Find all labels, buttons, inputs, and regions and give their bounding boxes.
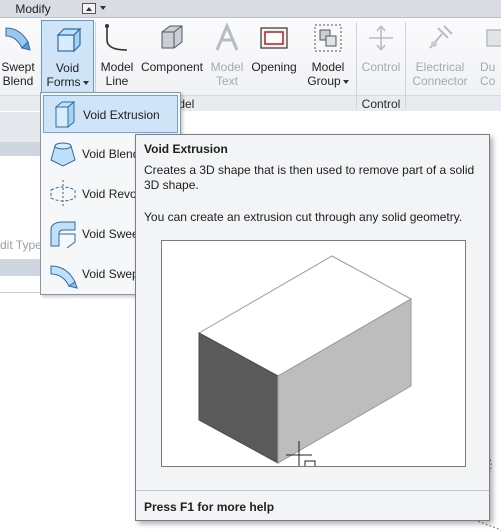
model-line-label: Model Line [100,60,134,88]
tooltip-extra-text: You can create an extrusion cut through … [144,210,463,224]
control-button[interactable]: Control [358,18,404,93]
tooltip-description: Creates a 3D shape that is then used to … [144,163,475,192]
model-group-label-wrap: Model Group [302,60,354,88]
chevron-down-icon [82,80,89,85]
edit-type-label: Edit Type [0,238,42,252]
electrical-connector-icon [429,25,453,49]
tooltip-title: Void Extrusion [144,142,228,156]
component-button[interactable]: Component [138,18,206,93]
opening-label: Opening [251,60,297,74]
group-label-control: Control [357,95,405,111]
tab-modify[interactable]: Modify [2,0,64,18]
tooltip-help-hint: Press F1 for more help [144,500,275,514]
opening-button[interactable]: Opening [248,18,300,93]
opening-icon [260,27,288,49]
tooltip-void-extrusion: Void Extrusion Creates a 3D shape that i… [135,134,490,521]
void-revolve-icon [50,180,76,208]
model-text-button[interactable]: Model Text [206,18,248,93]
minimize-ribbon-icon [82,3,96,14]
properties-group-header [0,259,45,276]
control-arrows-icon [369,25,393,51]
void-sweep-icon [50,221,76,249]
component-label: Component [140,60,204,74]
menu-item-label: Void Extrusion [83,108,160,122]
void-forms-icon [56,27,81,53]
void-extrusion-icon [54,100,76,129]
model-group-button[interactable]: Model Group [302,18,354,93]
model-text-icon [215,22,239,51]
menu-item-label: Void Blend [82,147,140,161]
extrusion-box-illustration [197,255,413,470]
duct-connector-label: Du Co [480,60,496,88]
duct-connector-icon [486,29,501,47]
electrical-connector-label: Electrical Connector [412,60,468,88]
model-text-label: Model Text [210,60,244,88]
tooltip-divider [136,490,489,491]
void-blend-icon [50,142,76,167]
properties-divider [0,292,45,293]
tooltip-preview-image [161,240,466,470]
model-line-button[interactable]: Model Line [97,18,137,93]
chevron-down-icon [100,6,106,10]
duct-connector-button[interactable]: Du Co [480,18,501,93]
group-label-connectors [406,95,501,111]
void-forms-button[interactable]: Void Forms [41,20,94,96]
model-group-icon [314,24,342,52]
chevron-down-icon [342,79,349,84]
swept-blend-button[interactable]: Swept Blend [0,18,40,93]
void-forms-label-wrap: Void Forms [42,61,93,89]
swept-blend-icon [5,27,31,51]
menu-item-void-extrusion[interactable]: Void Extrusion [43,95,178,133]
swept-blend-label: Swept Blend [1,60,35,88]
void-swept-blend-icon [50,265,78,289]
model-group-label: Model Group [307,60,345,88]
edit-type-button[interactable]: Edit Type [0,236,45,254]
ribbon-tab-bar: Modify [0,0,501,18]
component-icon [161,25,183,49]
control-label: Control [361,60,401,74]
electrical-connector-button[interactable]: Electrical Connector [407,18,473,93]
model-line-icon [105,24,128,51]
void-forms-label: Void Forms [46,61,81,89]
panel-toggle-button[interactable] [82,3,108,15]
